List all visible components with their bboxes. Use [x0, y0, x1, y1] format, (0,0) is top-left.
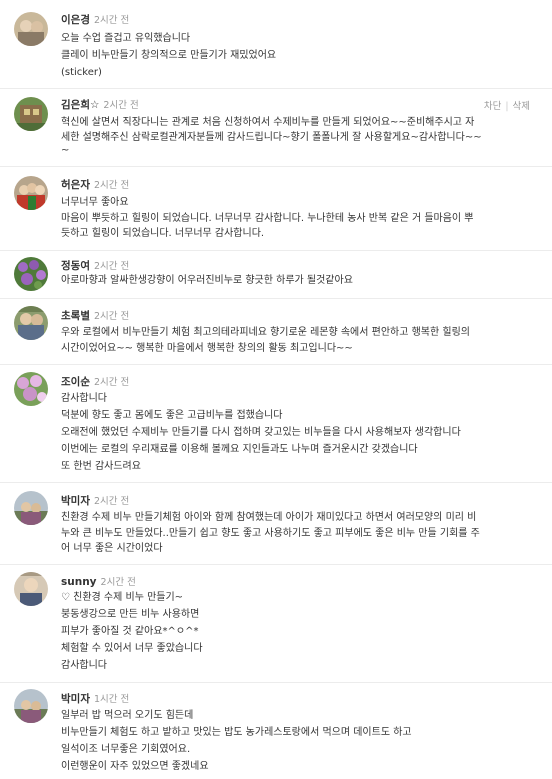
comment-line: 감사합니다: [61, 660, 107, 671]
author-name[interactable]: 초록별: [61, 310, 90, 322]
divider: [0, 364, 552, 365]
comment-line: 우와 로컬에서 비누만들기 체험 최고의테라피네요 향기로운 레몬향 속에서 편…: [61, 327, 470, 338]
comment-header: sunny 2시간 전: [61, 575, 136, 590]
author-name[interactable]: 이은경: [61, 14, 90, 26]
comment-header: 김은희☆ 2시간 전: [61, 98, 139, 113]
comment-line: 아로마향과 알싸한생강향이 어우러진비누로 향긋한 하루가 될것같아요: [61, 275, 353, 286]
avatar[interactable]: [14, 491, 48, 525]
divider: [0, 88, 552, 89]
divider: [0, 298, 552, 299]
comment-line: 비누만들기 체험도 하고 밭하고 맛있는 밥도 농가레스토랑에서 먹으며 데이트…: [61, 727, 412, 738]
divider: [0, 682, 552, 683]
comment-line: 누와 큰 비누도 만들었다..만들기 쉽고 향도 좋고 사용하기도 좋고 피부에…: [61, 528, 480, 539]
comment-line: ~: [61, 145, 70, 156]
comment-line: 이번에는 로컬의 우리재료를 이용해 볼께요 지인들과도 나누며 즐거운시간 갖…: [61, 444, 418, 455]
comment-line: 감사합니다: [61, 393, 107, 404]
divider: [0, 250, 552, 251]
comment-line: 이런행운이 자주 있었으면 좋겠네요: [61, 761, 209, 772]
timestamp: 2시간 전: [93, 377, 130, 388]
avatar[interactable]: [14, 97, 48, 131]
comment-line: 일석이조 너무좋은 기회였어요.: [61, 744, 191, 755]
block-button[interactable]: 차단: [484, 101, 501, 112]
avatar[interactable]: [14, 372, 48, 406]
author-name[interactable]: 박미자: [61, 693, 90, 705]
comment-line: 어 너무 좋은 시간이었다: [61, 543, 163, 554]
comment-line: 마음이 뿌듯하고 힐링이 되었습니다. 너무너무 감사합니다. 누나한테 농사 …: [61, 213, 474, 224]
avatar[interactable]: [14, 689, 48, 723]
comment-line: ♡ 친환경 수제 비누 만들기~: [61, 592, 184, 603]
author-name[interactable]: 허은자: [61, 179, 90, 191]
comment-line: 오래전에 했었던 수제비누 만들기를 다시 접하며 갖고있는 비누들을 다시 사…: [61, 427, 461, 438]
comment-header: 정동여 2시간 전: [61, 259, 129, 274]
divider: [0, 166, 552, 167]
author-name[interactable]: 정동여: [61, 260, 90, 272]
divider: [0, 482, 552, 483]
comment-header: 박미자 2시간 전: [61, 494, 129, 509]
timestamp: 2시간 전: [93, 15, 130, 26]
timestamp: 2시간 전: [93, 496, 130, 507]
timestamp: 2시간 전: [93, 311, 130, 322]
comment-line: 덕분에 향도 좋고 몸에도 좋은 고급비누를 접했습니다: [61, 410, 283, 421]
timestamp: 2시간 전: [103, 100, 139, 111]
avatar[interactable]: [14, 257, 48, 291]
comment-line: 체험할 수 있어서 너무 좋았습니다: [61, 643, 203, 654]
timestamp: 2시간 전: [93, 180, 130, 191]
comment-header: 박미자 1시간 전: [61, 692, 129, 707]
author-name[interactable]: 조이순: [61, 376, 90, 388]
avatar[interactable]: [14, 572, 48, 606]
author-name[interactable]: 김은희☆: [61, 99, 99, 111]
comment-line: 시간이었어요~~ 행복한 마을에서 행복한 창의의 활동 최고입니다~~: [61, 343, 353, 354]
comment-line: 또 한번 감사드려요: [61, 461, 141, 472]
comment-line: 너무너무 좋아요: [61, 197, 129, 208]
comment-line: 붕동생강으로 만든 비누 사용하면: [61, 609, 200, 620]
comment-line: 듯하고 힐링이 되었습니다. 너무너무 감사합니다.: [61, 228, 265, 239]
timestamp: 2시간 전: [93, 261, 130, 272]
comment-line: 클레이 비누만들기 창의적으로 만들기가 재밌었어요: [61, 50, 277, 61]
comment-line: 혁신에 살면서 직장다니는 관계로 처음 신청하여서 수제비누를 만들게 되었어…: [61, 117, 475, 128]
comment-line: 친환경 수제 비누 만들기체험 아이와 함께 참여했는데 아이가 재미있다고 하…: [61, 512, 477, 523]
comment-header: 초록별 2시간 전: [61, 309, 129, 324]
delete-button[interactable]: 삭제: [513, 101, 530, 112]
author-name[interactable]: sunny: [61, 576, 97, 588]
comment-line: 일부러 밥 먹으러 오기도 힘든데: [61, 710, 194, 721]
comment-actions: 차단 | 삭제: [484, 98, 530, 112]
divider: [0, 564, 552, 565]
timestamp: 1시간 전: [93, 694, 130, 705]
avatar[interactable]: [14, 12, 48, 46]
avatar[interactable]: [14, 176, 48, 210]
separator: |: [505, 101, 509, 112]
avatar[interactable]: [14, 306, 48, 340]
comment-line: 오늘 수업 즐겁고 유익했습니다: [61, 33, 191, 44]
comment-header: 조이순 2시간 전: [61, 375, 129, 390]
timestamp: 2시간 전: [100, 577, 136, 588]
comment-header: 이은경 2시간 전: [61, 13, 129, 28]
author-name[interactable]: 박미자: [61, 495, 90, 507]
comment-line: 세한 설명해주신 삼락로컬관계자분들께 감사드립니다~향기 폴폴나게 잘 사용할…: [61, 132, 482, 143]
comment-line: 피부가 좋아질 것 같아요*^ㅇ^*: [61, 626, 199, 637]
comment-header: 허은자 2시간 전: [61, 178, 129, 193]
sticker-placeholder: (sticker): [61, 67, 102, 78]
